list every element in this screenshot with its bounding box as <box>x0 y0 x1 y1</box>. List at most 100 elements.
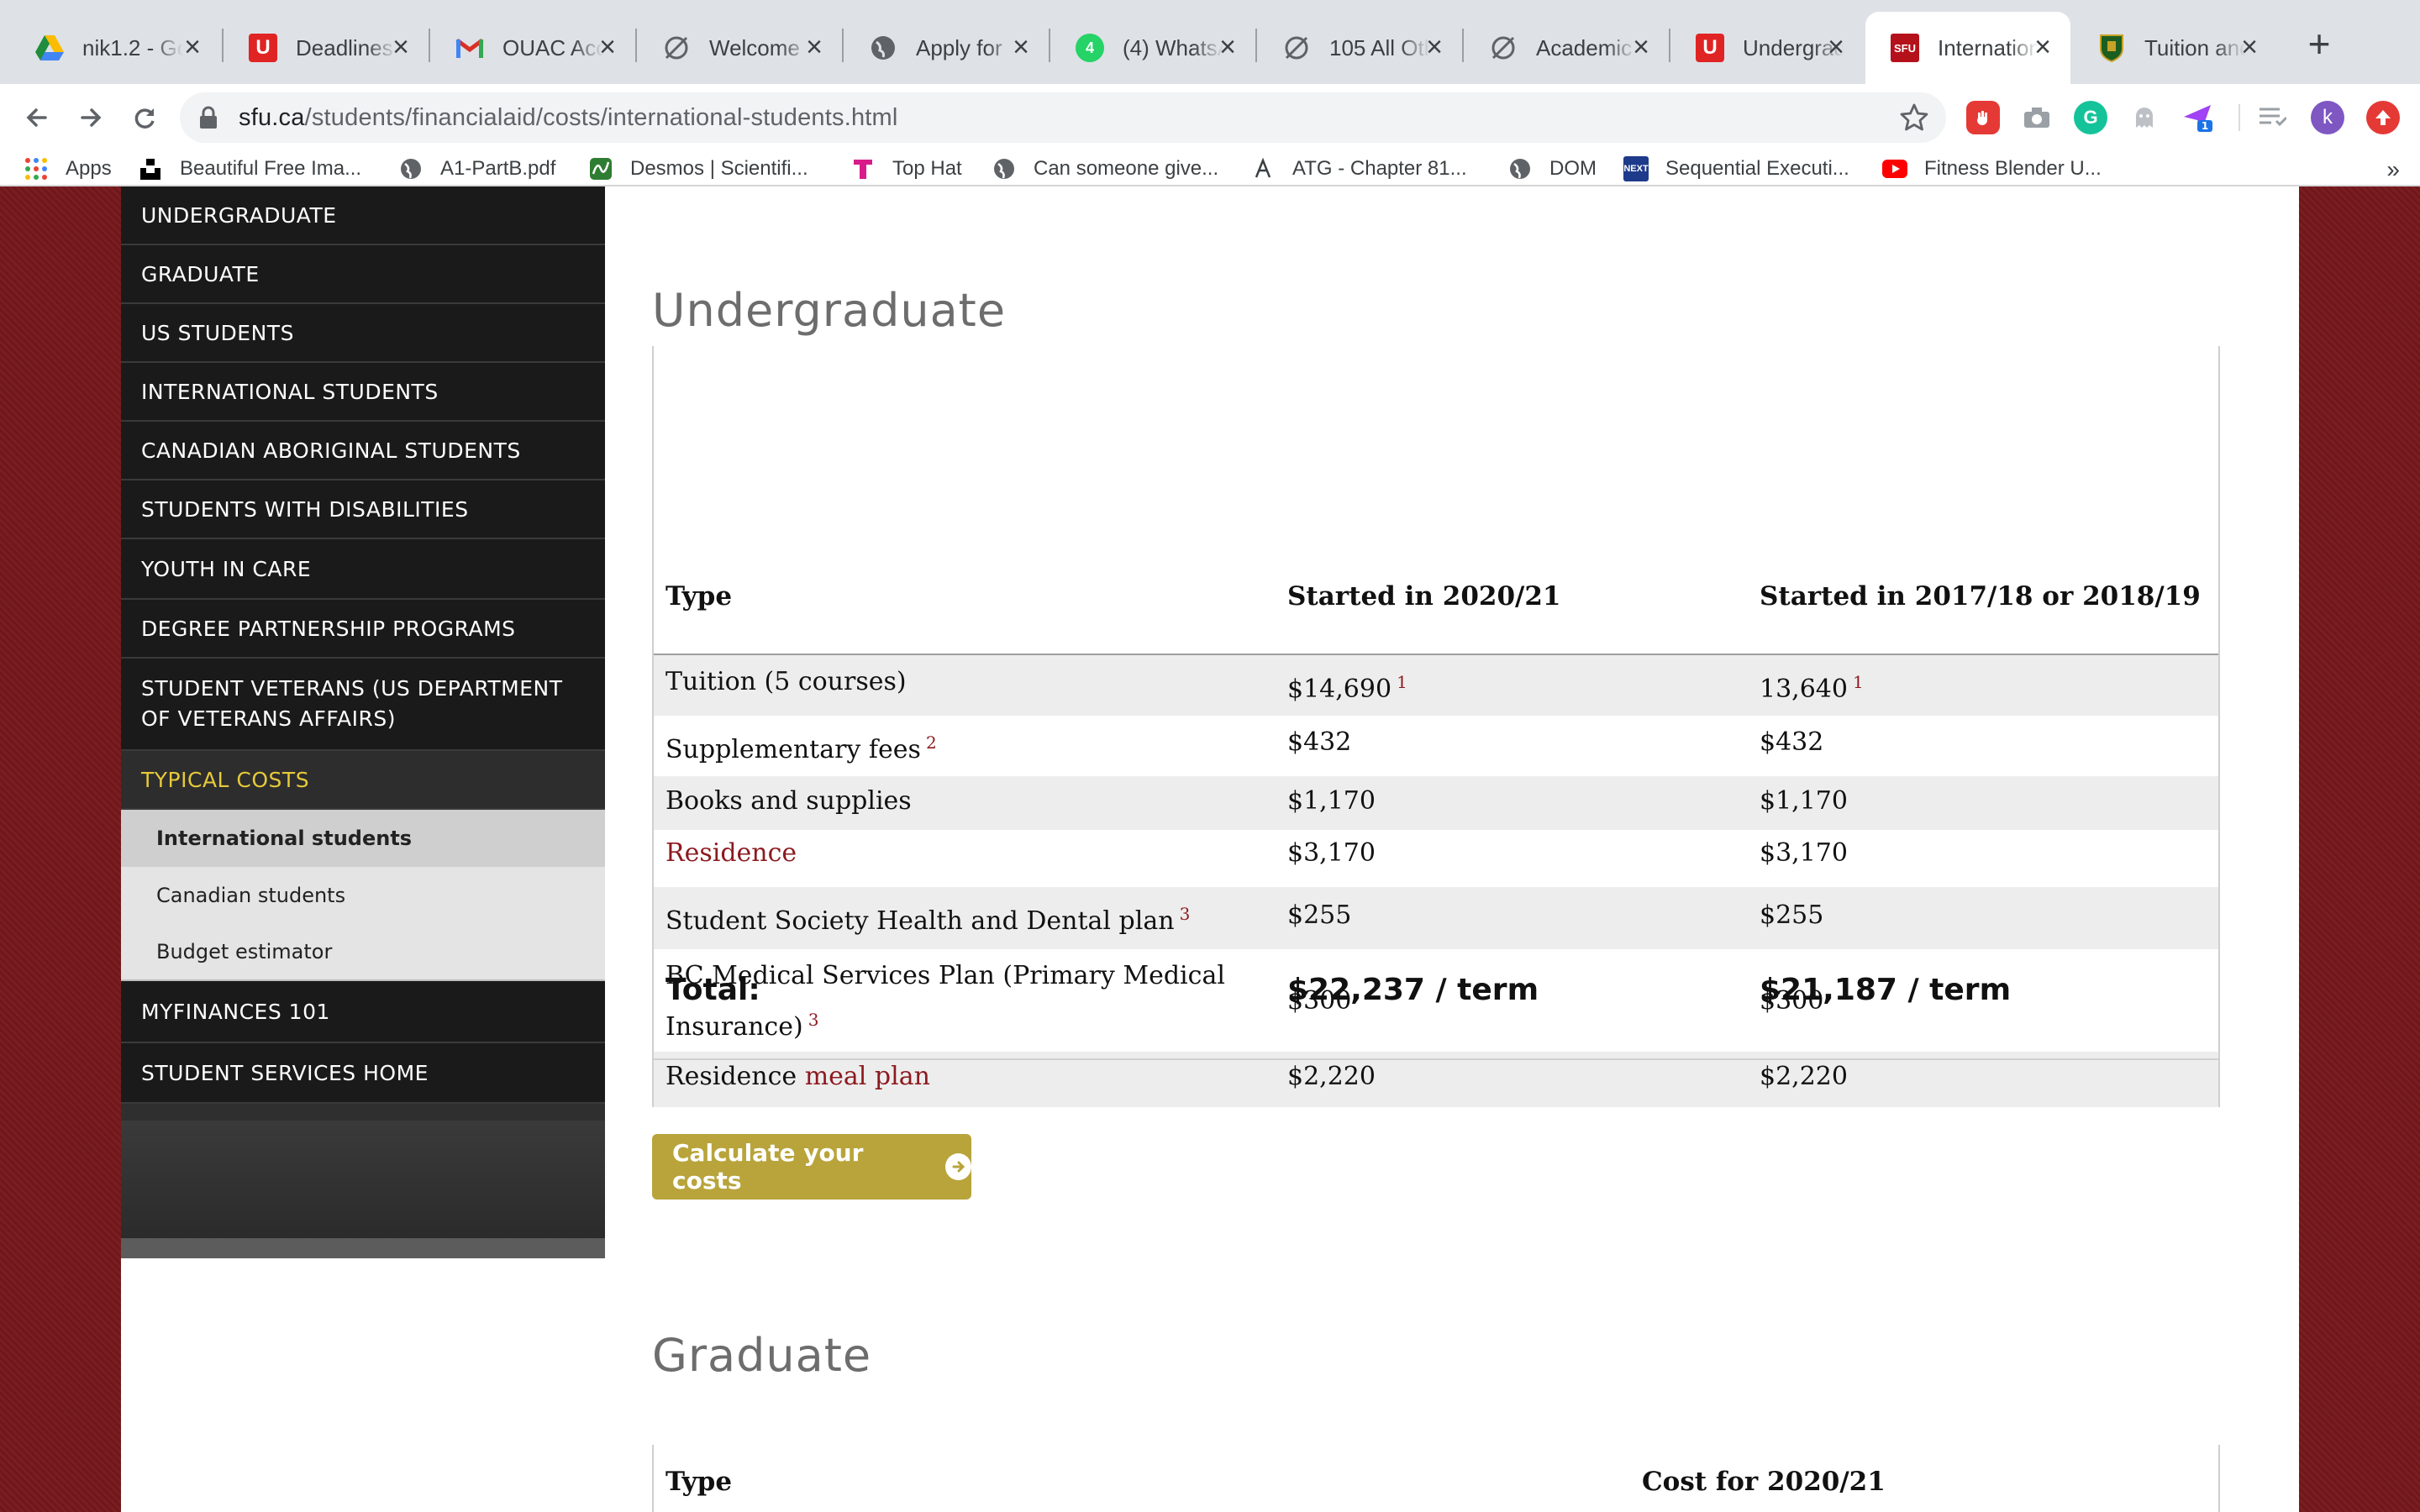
close-tab-icon[interactable]: × <box>180 33 205 61</box>
reload-button[interactable] <box>124 97 165 138</box>
close-tab-icon[interactable]: × <box>802 33 827 61</box>
bookmarks-overflow-button[interactable]: » <box>2386 156 2400 183</box>
tab-tuition[interactable]: Tuition and × <box>2072 12 2277 84</box>
sidebar-item-undergraduate[interactable]: UNDERGRADUATE <box>121 186 605 245</box>
tab-title: nik1.2 - Google Drive <box>82 34 183 60</box>
globe-icon <box>869 34 897 62</box>
unsplash-icon <box>138 156 163 181</box>
tab-undergraduate[interactable]: U Undergraduate × <box>1670 12 1864 84</box>
bookmark-fitness-blender[interactable]: Fitness Blender U... <box>1882 155 2102 183</box>
address-bar[interactable]: sfu.ca/students/financialaid/costs/inter… <box>180 92 1946 143</box>
sidebar-item-youth-in-care[interactable]: YOUTH IN CARE <box>121 539 605 600</box>
row-cost-2020-21: $14,690 1 <box>1287 672 1407 704</box>
sidebar-item-student-services-home[interactable]: STUDENT SERVICES HOME <box>121 1043 605 1104</box>
bookmark-dom[interactable]: DOM <box>1507 155 1597 183</box>
tab-international-active[interactable]: SFU International × <box>1865 12 2070 84</box>
reading-list-icon[interactable] <box>2255 101 2289 134</box>
close-tab-icon[interactable]: × <box>1215 33 1240 61</box>
undergraduate-heading: Undergraduate <box>652 284 1007 337</box>
forward-button[interactable] <box>71 97 111 138</box>
bookmark-a1-partb[interactable]: A1-PartB.pdf <box>398 155 555 183</box>
camera-extension-icon[interactable] <box>2020 101 2054 134</box>
row-type-text: Student Society Health and Dental plan <box>666 906 1175 936</box>
sidebar-item-myfinances-101[interactable]: MYFINANCES 101 <box>121 981 605 1043</box>
footnote-link[interactable]: 3 <box>1180 904 1191 924</box>
grammarly-extension-icon[interactable]: G <box>2074 101 2107 134</box>
footnote-link[interactable]: 1 <box>1853 672 1864 692</box>
tab-google-drive[interactable]: nik1.2 - Google Drive × <box>10 12 220 84</box>
close-tab-icon[interactable]: × <box>2030 33 2055 61</box>
back-button[interactable] <box>17 97 57 138</box>
cost-value: $14,690 <box>1287 675 1392 704</box>
close-tab-icon[interactable]: × <box>595 33 620 61</box>
footnote-link[interactable]: 2 <box>926 732 937 753</box>
tab-title: Welcome <box>709 34 800 60</box>
tab-title: Apply for <box>916 34 1002 60</box>
row-type: Books and supplies <box>666 786 912 816</box>
tab-welcome[interactable]: Welcome × <box>637 12 842 84</box>
adblock-extension-icon[interactable] <box>1966 101 2000 134</box>
bookmark-unsplash[interactable]: Beautiful Free Ima... <box>138 155 361 183</box>
close-tab-icon[interactable]: × <box>2237 33 2262 61</box>
sidebar-item-canadian-aboriginal[interactable]: CANADIAN ABORIGINAL STUDENTS <box>121 422 605 480</box>
row-cost-2017-2019: $2,220 <box>1760 1062 1848 1091</box>
sidebar-item-degree-partnership[interactable]: DEGREE PARTNERSHIP PROGRAMS <box>121 600 605 659</box>
bookmark-label: Desmos | Scientifi... <box>630 157 808 180</box>
sidebar-subitem-budget-estimator[interactable]: Budget estimator <box>121 924 605 981</box>
sidebar-item-us-students[interactable]: US STUDENTS <box>121 304 605 363</box>
tab-deadlines[interactable]: U Deadlines × <box>224 12 429 84</box>
sidebar-item-international-students[interactable]: INTERNATIONAL STUDENTS <box>121 363 605 422</box>
toolbar-divider <box>2238 104 2240 131</box>
bookmark-sequential[interactable]: NEXT Sequential Executi... <box>1623 155 1849 183</box>
sidebar-item-student-veterans[interactable]: STUDENT VETERANS (US DEPARTMENT OF VETER… <box>121 659 605 751</box>
bookmark-label: Can someone give... <box>1034 157 1219 180</box>
sidebar-item-typical-costs[interactable]: TYPICAL COSTS <box>121 751 605 810</box>
footnote-link[interactable]: 1 <box>1397 672 1407 692</box>
bookmark-apps[interactable]: Apps <box>24 155 112 183</box>
bookmark-top-hat[interactable]: Top Hat <box>850 155 962 183</box>
row-cost-2020-21: $1,170 <box>1287 786 1376 816</box>
atg-icon <box>1250 156 1276 181</box>
page-viewport: UNDERGRADUATE GRADUATE US STUDENTS INTER… <box>0 186 2420 1512</box>
bookmark-can-someone[interactable]: Can someone give... <box>992 155 1218 183</box>
page-content: UNDERGRADUATE GRADUATE US STUDENTS INTER… <box>121 186 2299 1512</box>
row-type-line2: Insurance) 3 <box>666 1010 818 1042</box>
profile-avatar[interactable]: k <box>2311 101 2344 134</box>
sidebar-item-disabilities[interactable]: STUDENTS WITH DISABILITIES <box>121 480 605 539</box>
bookmark-desmos[interactable]: Desmos | Scientifi... <box>588 155 808 183</box>
send-extension-icon[interactable]: 1 <box>2181 101 2215 134</box>
row-cost-2020-21: $3,170 <box>1287 838 1376 868</box>
close-tab-icon[interactable]: × <box>1008 33 1034 61</box>
tab-title: Deadlines <box>296 34 393 60</box>
graduate-cost-table: Type Cost for 2020/21 <box>652 1445 2220 1512</box>
footnote-link[interactable]: 3 <box>808 1010 819 1030</box>
tab-academic[interactable]: Academic × <box>1464 12 1669 84</box>
residence-link[interactable]: Residence <box>666 838 797 868</box>
row-cost-2020-21: $432 <box>1287 727 1352 757</box>
row-type-text: Supplementary fees <box>666 735 921 764</box>
total-2020-21: $22,237 / term <box>1287 973 1539 1007</box>
row-cost-2020-21: $2,220 <box>1287 1062 1376 1091</box>
row-cost-2017-2019: $3,170 <box>1760 838 1848 868</box>
meal-plan-link[interactable]: meal plan <box>805 1062 930 1091</box>
column-header-2020-21: Started in 2020/21 <box>1287 581 1561 612</box>
ghost-extension-icon[interactable] <box>2128 101 2161 134</box>
sidebar-subitem-canadian-students[interactable]: Canadian students <box>121 867 605 924</box>
new-tab-button[interactable]: + <box>2294 20 2344 71</box>
bookmark-atg[interactable]: ATG - Chapter 81... <box>1250 155 1467 183</box>
calculate-costs-button[interactable]: Calculate your costs <box>652 1134 971 1200</box>
tab-ouac[interactable]: OUAC Account × <box>430 12 635 84</box>
bookmark-label: Top Hat <box>892 157 962 180</box>
close-tab-icon[interactable]: × <box>1823 33 1849 61</box>
tab-whatsapp[interactable]: 4 (4) WhatsApp × <box>1050 12 1255 84</box>
update-menu-icon[interactable] <box>2366 101 2400 134</box>
close-tab-icon[interactable]: × <box>1628 33 1654 61</box>
tab-105-all-other[interactable]: 105 All Other × <box>1257 12 1462 84</box>
sidebar-item-graduate[interactable]: GRADUATE <box>121 245 605 304</box>
bookmark-star-icon[interactable] <box>1899 102 1929 137</box>
tab-apply[interactable]: Apply for × <box>844 12 1049 84</box>
sidebar-subitem-international-students[interactable]: International students <box>121 810 605 867</box>
close-tab-icon[interactable]: × <box>1422 33 1447 61</box>
bookmark-label: Fitness Blender U... <box>1924 157 2102 180</box>
close-tab-icon[interactable]: × <box>388 33 413 61</box>
